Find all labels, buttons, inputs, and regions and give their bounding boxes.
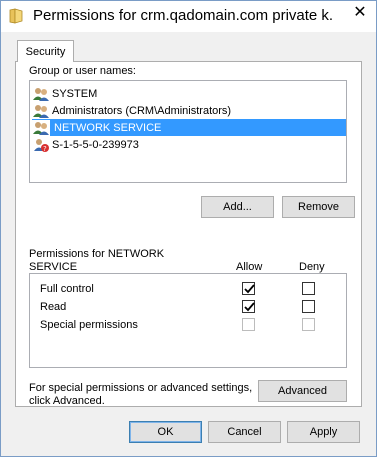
security-tab-page: Group or user names: SYSTEM Administrato… [15,61,362,407]
full-control-deny-checkbox[interactable] [302,282,315,295]
apply-button-label: Apply [309,426,338,438]
read-allow-checkbox[interactable] [242,300,255,313]
folder-icon [9,8,23,24]
allow-column-header: Allow [236,261,263,273]
permission-name: Read [40,301,67,313]
advanced-button[interactable]: Advanced [258,380,347,402]
read-deny-checkbox[interactable] [302,300,315,313]
ok-button-label: OK [157,426,174,438]
unknown-user-icon: ? [34,138,49,153]
tab-label: Security [25,45,66,58]
group-list-label: Group or user names: [29,65,136,77]
svg-text:?: ? [43,145,47,153]
group-user-list[interactable]: SYSTEM Administrators (CRM\Administrator… [29,80,347,183]
cancel-button-label: Cancel [227,426,262,438]
full-control-allow-checkbox[interactable] [242,282,255,295]
list-item-label: SYSTEM [52,87,98,100]
permissions-list: Full control Read Special permissions [29,273,347,368]
permission-row: Special permissions [30,317,346,335]
cancel-button[interactable]: Cancel [208,421,281,443]
checkmark-icon [244,284,255,294]
permissions-header: Permissions for NETWORK [29,248,165,260]
permissions-dialog: Permissions for crm.qadomain.com private… [0,0,377,457]
list-item[interactable]: Administrators (CRM\Administrators) [32,102,346,119]
permission-name: Special permissions [40,319,138,331]
permissions-header-line2: SERVICE [29,261,78,273]
special-permissions-allow-checkbox [242,318,255,331]
remove-button[interactable]: Remove [282,196,355,218]
users-group-icon [33,104,49,118]
list-item-selected[interactable]: NETWORK SERVICE [32,119,346,136]
close-icon: ✕ [353,3,367,21]
tab-security[interactable]: Security [17,40,74,62]
dialog-client-area: Security Group or user names: SYSTEM Adm… [8,32,369,450]
checkmark-icon [244,302,255,312]
list-item-label: NETWORK SERVICE [52,121,164,134]
close-button[interactable]: ✕ [344,1,376,22]
list-item[interactable]: ? S-1-5-5-0-239973 [32,136,346,153]
title-bar[interactable]: Permissions for crm.qadomain.com private… [1,1,376,32]
add-button[interactable]: Add... [201,196,274,218]
list-item-label: S-1-5-5-0-239973 [52,138,139,151]
deny-column-header: Deny [299,261,325,273]
permission-row: Full control [30,281,346,299]
remove-button-label: Remove [298,201,339,213]
window-title: Permissions for crm.qadomain.com private… [33,7,333,24]
advanced-note-line2: click Advanced. [29,395,105,407]
users-group-icon [33,87,49,101]
add-button-label: Add... [223,201,252,213]
apply-button[interactable]: Apply [287,421,360,443]
special-permissions-deny-checkbox [302,318,315,331]
ok-button[interactable]: OK [129,421,202,443]
list-item-label: Administrators (CRM\Administrators) [52,104,232,117]
list-item[interactable]: SYSTEM [32,85,346,102]
permission-name: Full control [40,283,94,295]
permission-row: Read [30,299,346,317]
users-group-icon [32,119,50,136]
advanced-note-line1: For special permissions or advanced sett… [29,382,253,394]
advanced-button-label: Advanced [278,385,327,397]
